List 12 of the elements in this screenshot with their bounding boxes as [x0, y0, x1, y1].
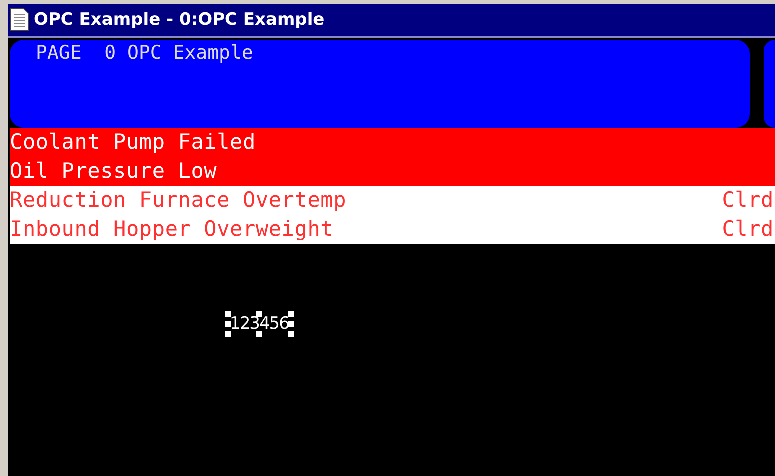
alarm-message: Coolant Pump Failed — [10, 129, 256, 156]
alarm-message: Oil Pressure Low — [10, 158, 218, 185]
value-display[interactable]: 123456 — [228, 314, 291, 334]
alarm-message: Inbound Hopper Overweight — [10, 216, 334, 243]
window-title: OPC Example - 0:OPC Example — [34, 10, 325, 30]
alarm-status: Clrd — [722, 187, 774, 214]
document-icon — [10, 8, 30, 32]
alarm-message: Reduction Furnace Overtemp — [10, 187, 347, 214]
alarm-status: Clrd — [722, 216, 774, 243]
page-title: PAGE 0 OPC Example — [36, 42, 254, 64]
selection-handle[interactable] — [256, 331, 262, 337]
selection-handle[interactable] — [256, 311, 262, 317]
